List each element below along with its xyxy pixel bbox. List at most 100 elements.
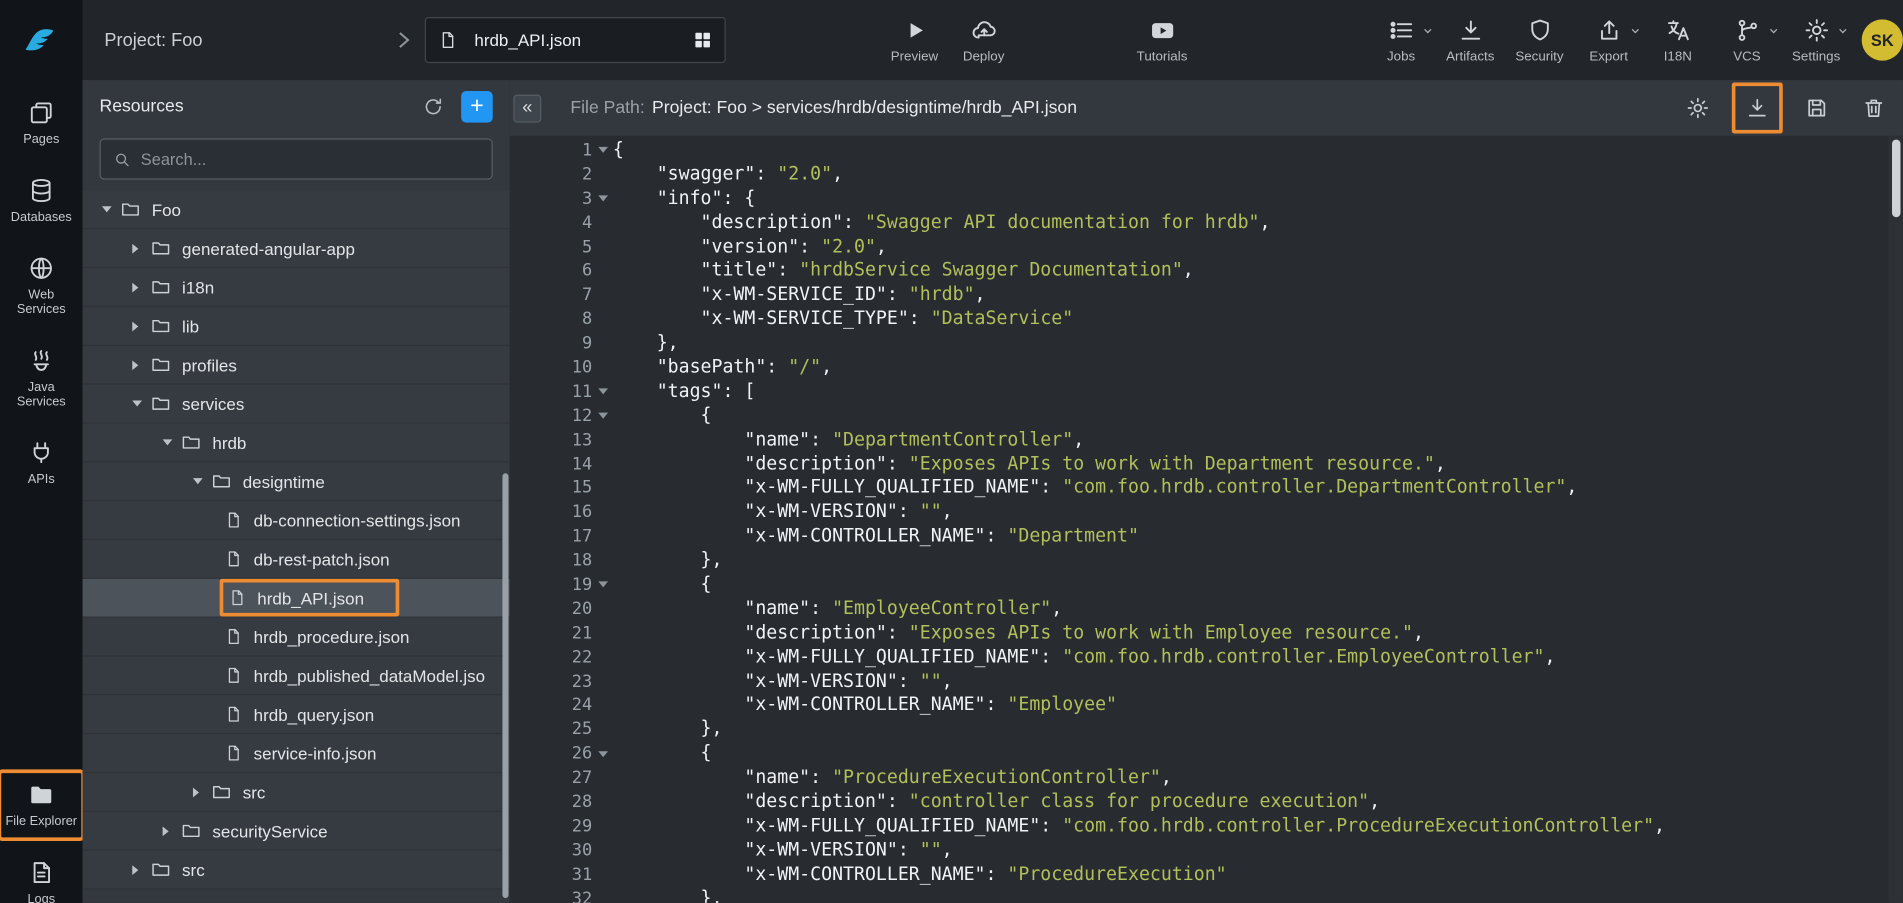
caret-right-icon[interactable]: [163, 812, 181, 850]
rail-item-file-explorer[interactable]: File Explorer: [0, 772, 83, 839]
resources-panel: Resources + Foo generated-angular-app i18n…: [83, 80, 510, 903]
tree-item-lib[interactable]: lib: [83, 307, 510, 346]
tree-item-service-info.json[interactable]: service-info.json: [83, 734, 510, 773]
folder-icon: [181, 820, 202, 841]
caret-right-icon[interactable]: [132, 268, 150, 306]
project-label: Project: Foo: [104, 30, 202, 51]
refresh-icon[interactable]: [422, 96, 444, 118]
rail-item-logs[interactable]: Logs: [0, 850, 83, 903]
topbar-action-label: Security: [1515, 50, 1563, 65]
resources-title: Resources: [100, 97, 423, 116]
tree-item-designtime[interactable]: designtime: [83, 462, 510, 501]
fold-toggle-icon[interactable]: [592, 147, 613, 153]
rail-item-web-services[interactable]: Web Services: [0, 245, 83, 326]
code-line-18: },: [613, 549, 1903, 573]
save-button[interactable]: [1802, 93, 1831, 122]
delete-button[interactable]: [1859, 93, 1888, 122]
code-line-2: "swagger": "2.0",: [613, 162, 1903, 186]
caret-down-icon[interactable]: [102, 191, 120, 229]
tree-item-label: src: [182, 860, 205, 879]
caret-down-icon[interactable]: [193, 462, 211, 500]
topbar-action-export[interactable]: Export: [1574, 16, 1643, 65]
rail-item-pages[interactable]: Pages: [0, 90, 83, 157]
code-line-5: "version": "2.0",: [613, 235, 1903, 259]
topbar-action-tutorials[interactable]: Tutorials: [1127, 16, 1196, 65]
chevron-down-icon: [1630, 25, 1641, 36]
user-avatar[interactable]: SK: [1862, 19, 1903, 60]
tree-item-label: generated-angular-app: [182, 238, 355, 257]
topbar-action-jobs[interactable]: Jobs: [1367, 16, 1436, 65]
caret-down-icon[interactable]: [163, 424, 181, 462]
filepath-actions: [1683, 83, 1903, 134]
topbar-action-preview[interactable]: Preview: [880, 16, 949, 65]
caret-right-icon[interactable]: [132, 346, 150, 384]
caret-right-icon[interactable]: [132, 229, 150, 267]
line-number: 12: [510, 406, 593, 425]
tree-item-hrdb[interactable]: hrdb: [83, 424, 510, 463]
line-number: 25: [510, 720, 593, 739]
collapse-panel-button[interactable]: «: [513, 94, 541, 122]
caret-right-icon[interactable]: [193, 773, 211, 811]
fold-toggle-icon[interactable]: [592, 751, 613, 757]
file-tab[interactable]: hrdb_API.json: [425, 17, 726, 63]
tree-item-Foo[interactable]: Foo: [83, 191, 510, 230]
add-resource-button[interactable]: +: [461, 91, 493, 123]
file-icon: [225, 666, 243, 684]
caret-right-icon[interactable]: [132, 307, 150, 345]
tree-item-hrdb_query.json[interactable]: hrdb_query.json: [83, 695, 510, 734]
topbar-action-i18n[interactable]: I18N: [1643, 16, 1712, 65]
editor-scrollbar-thumb[interactable]: [1892, 140, 1900, 218]
fold-toggle-icon[interactable]: [592, 413, 613, 419]
tree-item-db-rest-patch.json[interactable]: db-rest-patch.json: [83, 540, 510, 579]
fold-toggle-icon[interactable]: [592, 389, 613, 395]
caret-right-icon[interactable]: [132, 851, 150, 889]
line-number: 27: [510, 768, 593, 787]
topbar-action-security[interactable]: Security: [1505, 16, 1574, 65]
code-line-9: },: [613, 331, 1903, 355]
line-number: 5: [510, 237, 593, 256]
chevron-down-icon: [1422, 25, 1433, 36]
topbar-action-settings[interactable]: Settings: [1782, 16, 1851, 65]
resources-scrollbar[interactable]: [502, 473, 508, 898]
tree-item-label: lib: [182, 316, 199, 335]
tree-item-label: hrdb_procedure.json: [254, 627, 410, 646]
search-input[interactable]: [141, 150, 480, 168]
download-button[interactable]: [1732, 83, 1783, 134]
tree-item-hrdb_published_dataModel.jso[interactable]: hrdb_published_dataModel.jso: [83, 657, 510, 696]
tree-item-generated-angular-app[interactable]: generated-angular-app: [83, 229, 510, 268]
file-icon: [225, 705, 243, 723]
tree-item-profiles[interactable]: profiles: [83, 346, 510, 385]
rail-item-java-services[interactable]: Java Services: [0, 337, 83, 418]
editor-settings-button[interactable]: [1683, 93, 1712, 122]
code-line-7: "x-WM-SERVICE_ID": "hrdb",: [613, 283, 1903, 307]
fold-toggle-icon[interactable]: [592, 196, 613, 202]
code-editor[interactable]: 1234567891011121314151617181920212223242…: [510, 136, 1903, 903]
line-number: 13: [510, 430, 593, 449]
topbar-action-deploy[interactable]: Deploy: [949, 16, 1018, 65]
tree-item-src[interactable]: src: [83, 773, 510, 812]
download-icon: [1457, 16, 1484, 45]
tree-item-label: hrdb_API.json: [257, 588, 364, 607]
trash-icon: [1862, 96, 1886, 120]
line-number: 1: [510, 141, 593, 160]
tree-item-db-connection-settings.json[interactable]: db-connection-settings.json: [83, 501, 510, 540]
filepath-value: Project: Foo > services/hrdb/designtime/…: [652, 98, 1077, 117]
line-number: 15: [510, 479, 593, 498]
grid-icon[interactable]: [693, 30, 712, 49]
code-line-27: "name": "ProcedureExecutionController",: [613, 766, 1903, 790]
tree-item-hrdb_API.json[interactable]: hrdb_API.json: [83, 579, 510, 618]
rail-item-apis[interactable]: APIs: [0, 430, 83, 497]
caret-down-icon[interactable]: [132, 385, 150, 423]
tree-item-hrdb_procedure.json[interactable]: hrdb_procedure.json: [83, 618, 510, 657]
fold-toggle-icon[interactable]: [592, 582, 613, 588]
tree-item-src[interactable]: src: [83, 851, 510, 890]
rail-item-databases[interactable]: Databases: [0, 167, 83, 234]
tree-item-securityService[interactable]: securityService: [83, 812, 510, 851]
tree-item-label: securityService: [212, 821, 327, 840]
topbar-action-vcs[interactable]: VCS: [1712, 16, 1781, 65]
tree-item-i18n[interactable]: i18n: [83, 268, 510, 307]
tree-item-services[interactable]: services: [83, 385, 510, 424]
save-icon: [1805, 96, 1829, 120]
app-logo[interactable]: [0, 0, 83, 80]
topbar-action-artifacts[interactable]: Artifacts: [1436, 16, 1505, 65]
